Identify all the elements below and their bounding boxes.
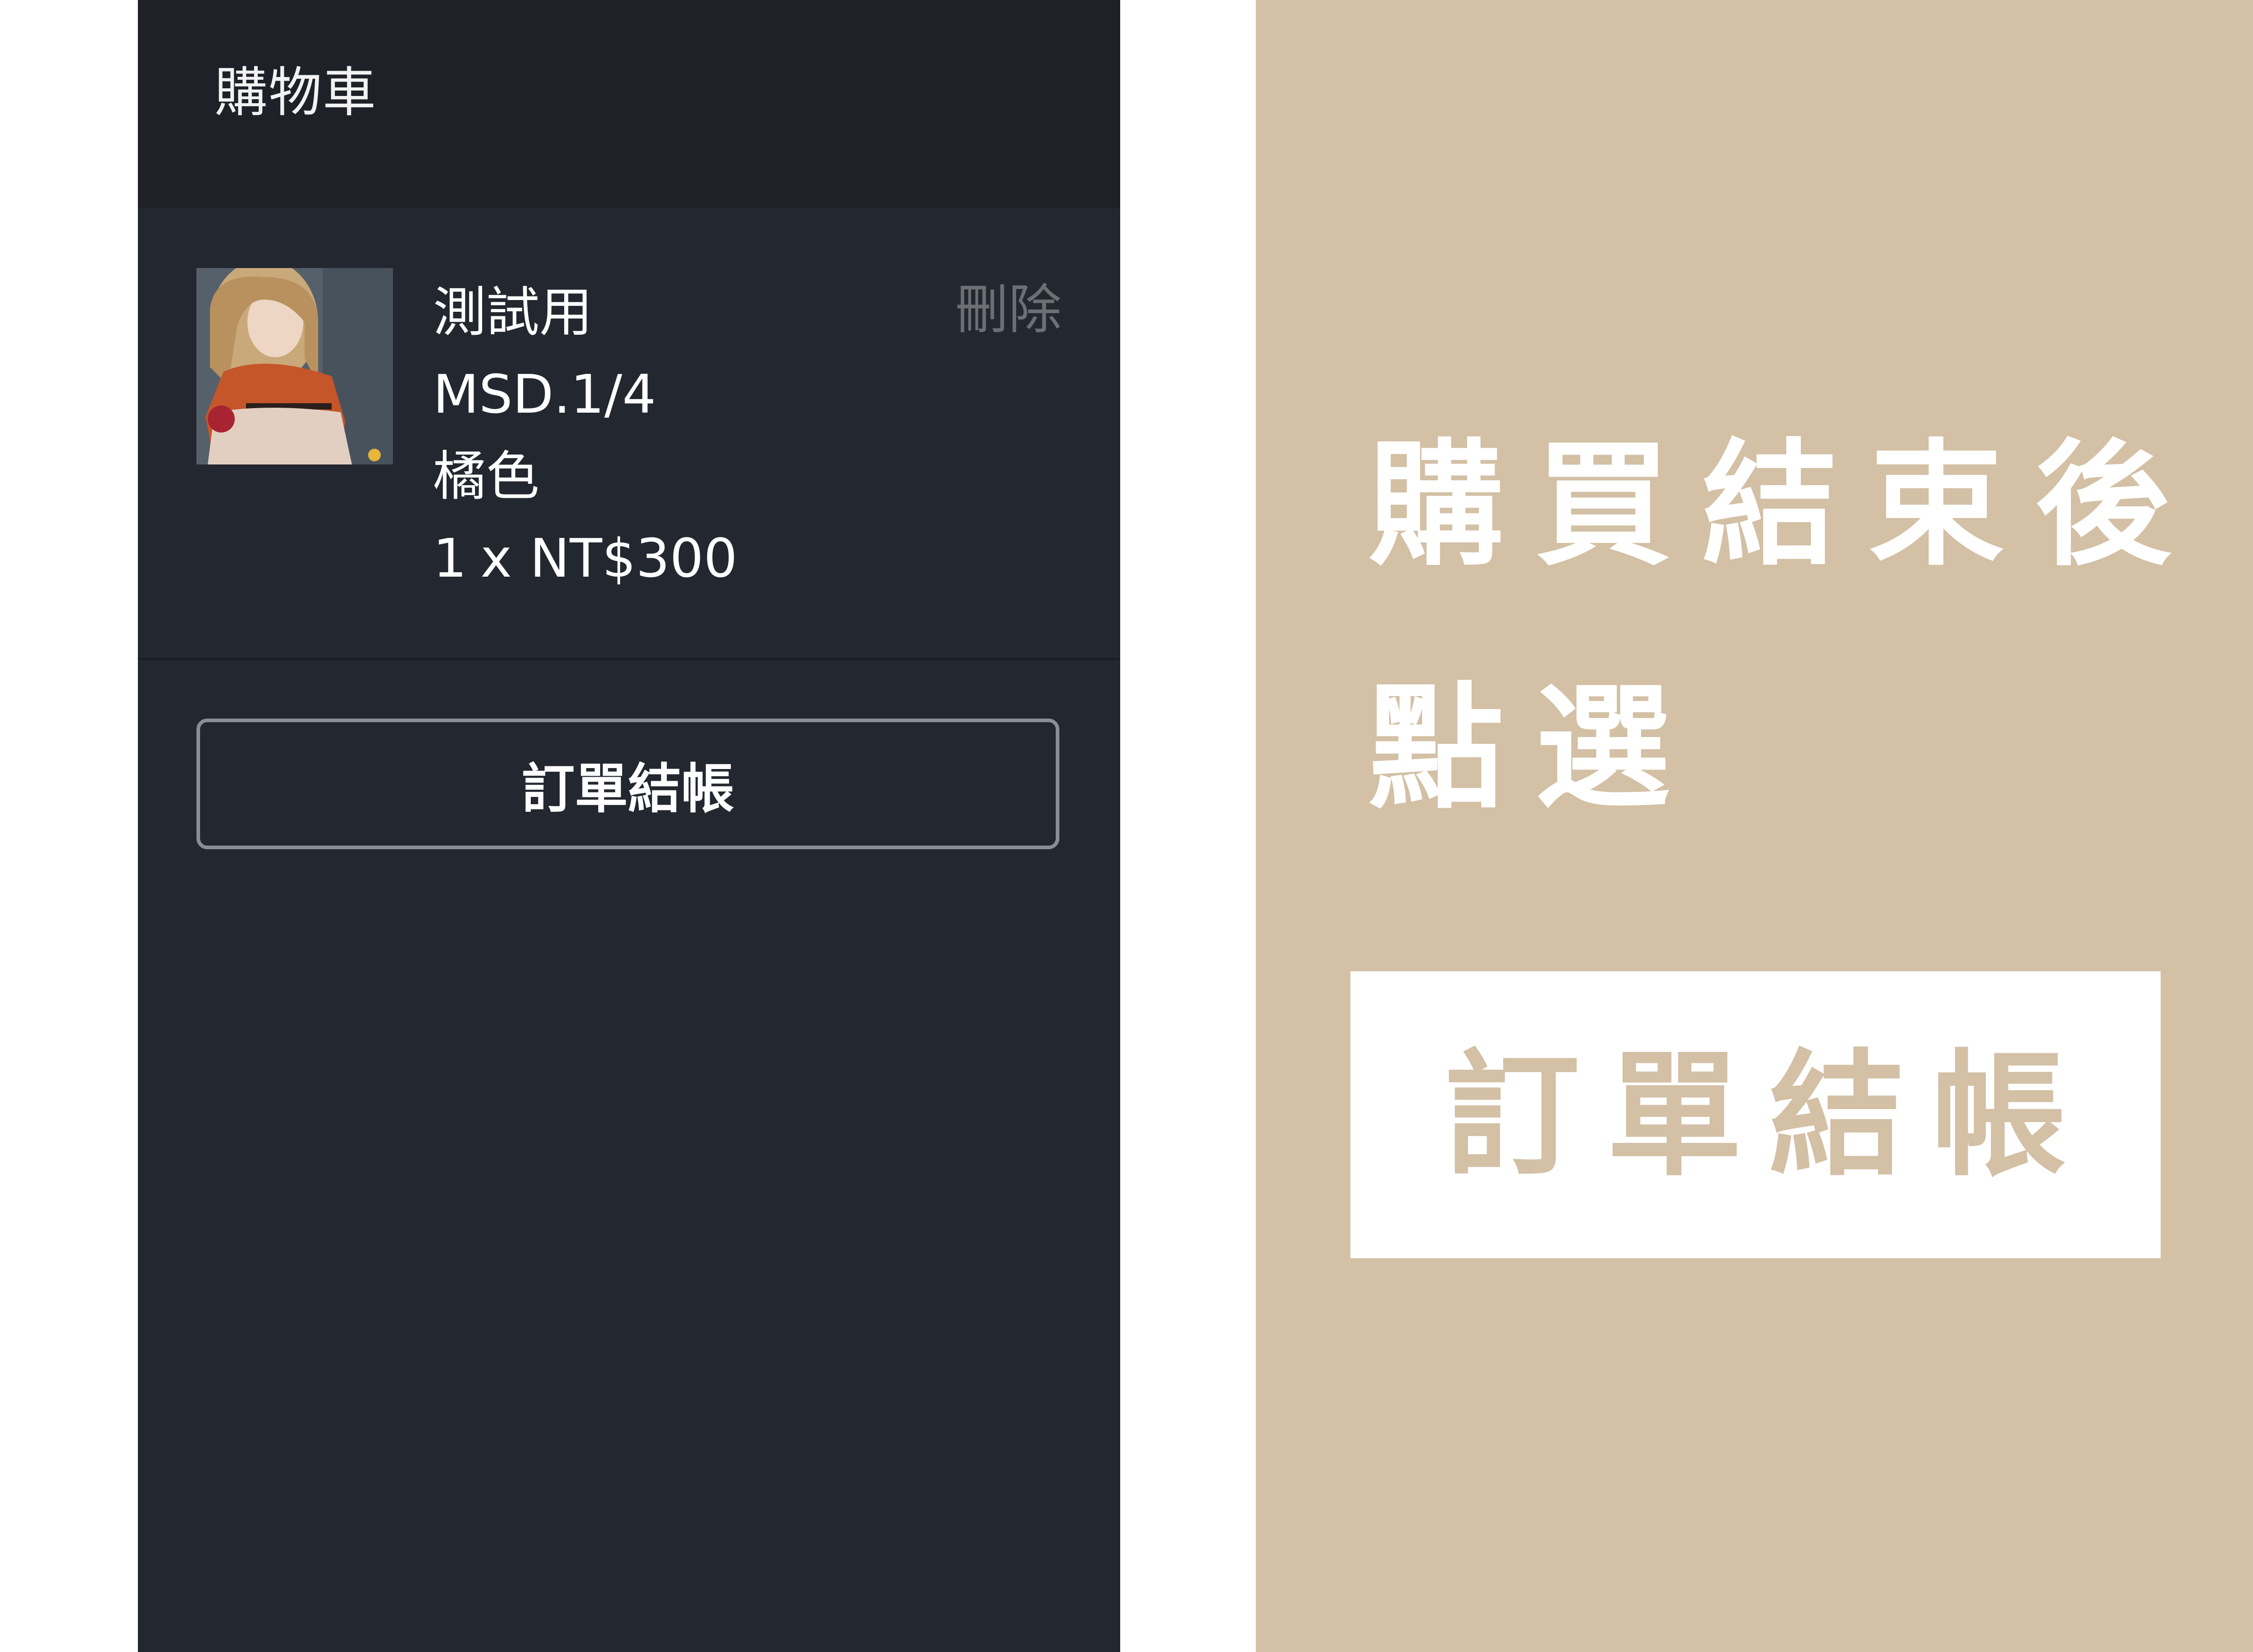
item-quantity: 1	[433, 527, 467, 589]
doll-image-icon	[196, 268, 393, 464]
item-price-line: 1 x NT$300	[433, 517, 738, 599]
item-details: 測試用 MSD.1/4 橘色 1 x NT$300	[433, 271, 738, 599]
quantity-separator: x	[480, 527, 512, 589]
instruction-line-2: 點選	[1368, 668, 1702, 827]
cart-title: 購物車	[214, 61, 377, 123]
product-thumbnail[interactable]	[196, 268, 393, 464]
checkout-callout-label: 訂單結帳	[1445, 1035, 2093, 1194]
cart-panel: 購物車 測試用 MSD.1/4 橘色 1 x NT$300 刪除 訂單結帳	[138, 0, 1120, 1652]
checkout-callout: 訂單結帳	[1350, 971, 2161, 1258]
cart-header: 購物車	[138, 0, 1120, 208]
item-name: 測試用	[433, 281, 593, 343]
cart-item: 測試用 MSD.1/4 橘色 1 x NT$300 刪除	[138, 208, 1120, 659]
instruction-panel: 購買結束後 點選 訂單結帳	[1256, 0, 2253, 1652]
item-color: 橘色	[433, 445, 540, 507]
item-price: NT$300	[529, 527, 738, 589]
checkout-button[interactable]: 訂單結帳	[196, 719, 1059, 849]
delete-item-link[interactable]: 刪除	[955, 276, 1062, 343]
item-spec: MSD.1/4	[433, 363, 656, 425]
instruction-line-1: 購買結束後	[1368, 425, 2202, 584]
divider	[138, 658, 1120, 660]
